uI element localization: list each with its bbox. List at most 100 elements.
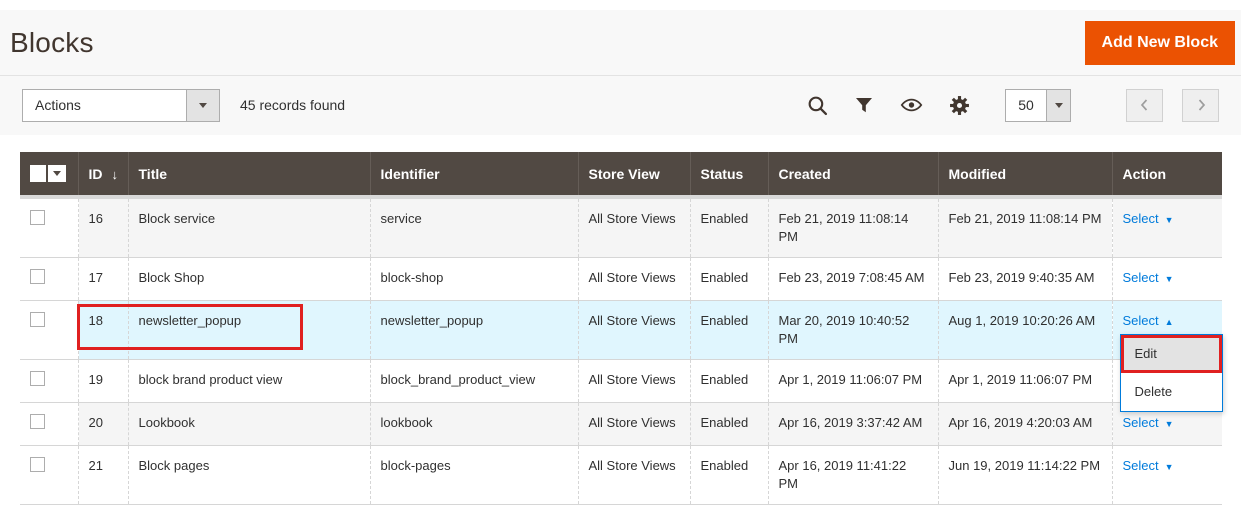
column-label-created: Created bbox=[779, 166, 831, 182]
modified-timestamp: Apr 16, 2019 4:20:03 AM bbox=[949, 415, 1093, 430]
block-store-view: All Store Views bbox=[589, 313, 676, 328]
row-action-select[interactable]: Select▼ bbox=[1123, 211, 1174, 226]
caret-icon: ▼ bbox=[1165, 462, 1174, 472]
search-icon[interactable] bbox=[807, 95, 828, 116]
cell-title: Block Shop bbox=[128, 258, 370, 301]
row-checkbox[interactable] bbox=[30, 414, 45, 429]
column-header-identifier[interactable]: Identifier bbox=[370, 152, 578, 197]
column-header-id[interactable]: ID↓ bbox=[78, 152, 128, 197]
chevron-down-icon[interactable] bbox=[1046, 90, 1070, 121]
chevron-down-icon[interactable] bbox=[48, 165, 66, 182]
table-row[interactable]: 18 newsletter_popup newsletter_popup All… bbox=[20, 301, 1222, 360]
table-row[interactable]: 21 Block pages block-pages All Store Vie… bbox=[20, 446, 1222, 505]
table-row[interactable]: 17 Block Shop block-shop All Store Views… bbox=[20, 258, 1222, 301]
block-store-view: All Store Views bbox=[589, 458, 676, 473]
table-row[interactable]: 16 Block service service All Store Views… bbox=[20, 197, 1222, 258]
cell-created: Feb 23, 2019 7:08:45 AM bbox=[768, 258, 938, 301]
block-id: 17 bbox=[89, 270, 103, 285]
page-head: Blocks Add New Block bbox=[0, 10, 1241, 76]
row-checkbox[interactable] bbox=[30, 312, 45, 327]
block-title: block brand product view bbox=[139, 372, 283, 387]
select-label: Select bbox=[1123, 458, 1159, 473]
row-action-select[interactable]: Select▼ bbox=[1123, 415, 1174, 430]
block-store-view: All Store Views bbox=[589, 211, 676, 226]
toolbar-right: 50 bbox=[794, 89, 1219, 122]
cell-id: 17 bbox=[78, 258, 128, 301]
block-title: Lookbook bbox=[139, 415, 195, 430]
status-badge: Enabled bbox=[701, 415, 749, 430]
column-header-store-view[interactable]: Store View bbox=[578, 152, 690, 197]
column-label-action: Action bbox=[1123, 166, 1167, 182]
row-action-select[interactable]: Select ▼ bbox=[1123, 458, 1174, 473]
select-all-checkbox[interactable] bbox=[30, 165, 46, 182]
cell-id: 20 bbox=[78, 403, 128, 446]
column-header-modified[interactable]: Modified bbox=[938, 152, 1112, 197]
previous-page-button[interactable] bbox=[1126, 89, 1163, 122]
per-page-dropdown[interactable]: 50 bbox=[1005, 89, 1071, 122]
cell-action: Select▼ bbox=[1112, 258, 1222, 301]
table-row[interactable]: 20 Lookbook lookbook All Store Views Ena… bbox=[20, 403, 1222, 446]
cell-status: Enabled bbox=[690, 258, 768, 301]
modified-timestamp: Jun 19, 2019 11:14:22 PM bbox=[949, 458, 1101, 473]
cell-id: 21 bbox=[78, 446, 128, 505]
column-label-status: Status bbox=[701, 166, 744, 182]
cell-modified: Jun 19, 2019 11:14:22 PM bbox=[938, 446, 1112, 505]
row-action-select[interactable]: Select▼ bbox=[1123, 270, 1174, 285]
cell-modified: Aug 1, 2019 10:20:26 AM bbox=[938, 301, 1112, 360]
column-header-title[interactable]: Title bbox=[128, 152, 370, 197]
next-page-button[interactable] bbox=[1182, 89, 1219, 122]
chevron-down-icon[interactable] bbox=[186, 90, 219, 121]
caret-icon: ▼ bbox=[1165, 215, 1174, 225]
add-new-block-button[interactable]: Add New Block bbox=[1085, 21, 1235, 65]
row-checkbox[interactable] bbox=[30, 210, 45, 225]
row-checkbox[interactable] bbox=[30, 269, 45, 284]
action-menu-item-delete[interactable]: Delete bbox=[1121, 373, 1223, 411]
select-label: Select bbox=[1123, 270, 1159, 285]
row-checkbox[interactable] bbox=[30, 371, 45, 386]
cell-identifier: block-pages bbox=[370, 446, 578, 505]
status-badge: Enabled bbox=[701, 458, 749, 473]
cell-store-view: All Store Views bbox=[578, 301, 690, 360]
cell-modified: Feb 21, 2019 11:08:14 PM bbox=[938, 197, 1112, 258]
cell-title: Block service bbox=[128, 197, 370, 258]
column-header-created[interactable]: Created bbox=[768, 152, 938, 197]
table-header-row: ID↓ Title Identifier Store View Status C… bbox=[20, 152, 1222, 197]
status-badge: Enabled bbox=[701, 313, 749, 328]
select-all-control[interactable] bbox=[30, 165, 68, 182]
cell-identifier: lookbook bbox=[370, 403, 578, 446]
column-header-action: Action bbox=[1112, 152, 1222, 197]
gear-icon[interactable] bbox=[949, 95, 970, 116]
cell-title: Lookbook bbox=[128, 403, 370, 446]
row-action-select[interactable]: Select▲ bbox=[1123, 313, 1174, 328]
cms-blocks-page: Blocks Add New Block Actions 45 records … bbox=[0, 0, 1241, 505]
table-row[interactable]: 19 block brand product view block_brand_… bbox=[20, 360, 1222, 403]
actions-dropdown[interactable]: Actions bbox=[22, 89, 220, 122]
status-badge: Enabled bbox=[701, 372, 749, 387]
column-label-store-view: Store View bbox=[589, 166, 660, 182]
cell-created: Feb 21, 2019 11:08:14 PM bbox=[768, 197, 938, 258]
top-strip bbox=[0, 0, 1241, 10]
filter-icon[interactable] bbox=[854, 95, 874, 115]
block-identifier: newsletter_popup bbox=[381, 313, 484, 328]
block-store-view: All Store Views bbox=[589, 415, 676, 430]
block-title: Block Shop bbox=[139, 270, 205, 285]
row-checkbox-cell bbox=[20, 258, 78, 301]
block-title: newsletter_popup bbox=[139, 313, 242, 328]
column-header-status[interactable]: Status bbox=[690, 152, 768, 197]
cell-created: Apr 1, 2019 11:06:07 PM bbox=[768, 360, 938, 403]
eye-icon[interactable] bbox=[900, 95, 923, 115]
action-menu-item-edit[interactable]: Edit bbox=[1121, 335, 1223, 373]
row-checkbox[interactable] bbox=[30, 457, 45, 472]
modified-timestamp: Feb 21, 2019 11:08:14 PM bbox=[949, 211, 1102, 226]
block-title: Block service bbox=[139, 211, 216, 226]
cell-title: newsletter_popup bbox=[128, 301, 370, 360]
created-timestamp: Apr 16, 2019 11:41:22 PM bbox=[779, 458, 907, 491]
block-identifier: block-shop bbox=[381, 270, 444, 285]
cell-modified: Feb 23, 2019 9:40:35 AM bbox=[938, 258, 1112, 301]
cell-title: Block pages bbox=[128, 446, 370, 505]
row-checkbox-cell bbox=[20, 197, 78, 258]
block-id: 20 bbox=[89, 415, 103, 430]
pagination bbox=[1107, 89, 1219, 122]
block-identifier: service bbox=[381, 211, 422, 226]
cell-status: Enabled bbox=[690, 403, 768, 446]
